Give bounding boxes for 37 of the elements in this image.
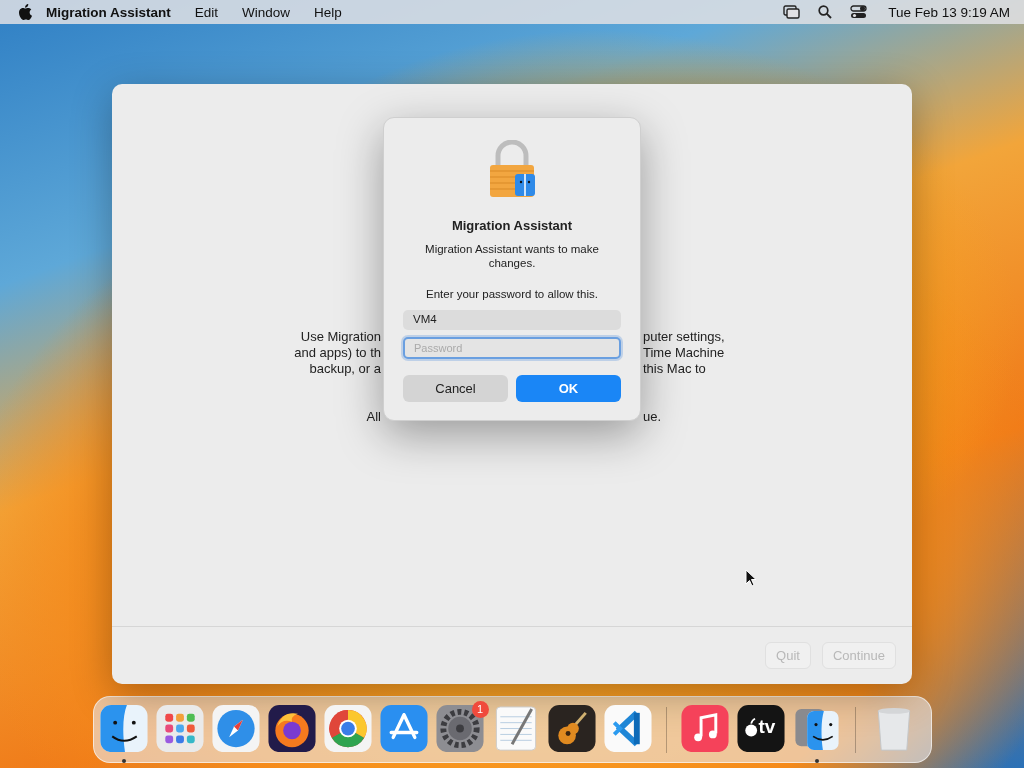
overlapping-windows-icon[interactable] [783,5,801,19]
cancel-button[interactable]: Cancel [403,375,508,402]
instruction-text: All [365,409,382,425]
instruction-text: ue. [642,409,663,425]
apple-icon[interactable] [18,4,32,20]
instruction-text: Time Machine [642,345,726,361]
instruction-text: backup, or a [308,361,382,377]
smiling-face-icon[interactable] [99,705,148,753]
dialog-message: Migration Assistant wants to make changes. [424,242,600,270]
a-shape-icon[interactable] [379,705,428,753]
padlock-icon [487,140,537,198]
apple-logo-icon[interactable] [736,705,785,753]
menu-item[interactable]: Edit [182,4,231,20]
instruction-text: and apps) to th [293,345,382,361]
password-field[interactable]: Password [403,337,621,359]
music-note-icon[interactable] [680,705,729,753]
menu-bar-clock[interactable]: Tue Feb 13 9:19 AM [876,4,1010,20]
code-chevron-icon[interactable] [603,705,652,753]
instruction-text: this Mac to [642,361,707,377]
search-icon[interactable] [818,5,833,19]
flame-globe-icon[interactable] [267,705,316,753]
guitar-icon[interactable] [547,705,596,753]
dialog-title: Migration Assistant [451,218,573,233]
compass-icon[interactable] [211,705,260,753]
instruction-text: puter settings, [642,329,726,345]
icon-label: tv [758,716,776,738]
dialog-prompt: Enter your password to allow this. [425,287,599,301]
app-menu[interactable]: Migration Assistant [32,4,183,20]
menu-item[interactable]: Window [230,4,303,20]
toggle-switches-icon[interactable] [850,5,868,19]
mouse-pointer-icon [745,569,757,587]
menu-item[interactable]: Help [302,4,354,20]
username-field[interactable]: VM4 [403,310,621,330]
app-grid-icon[interactable] [155,705,204,753]
gear-icon[interactable] [435,705,484,753]
instruction-text: Use Migration [299,329,382,345]
ok-button[interactable]: OK [516,375,621,402]
